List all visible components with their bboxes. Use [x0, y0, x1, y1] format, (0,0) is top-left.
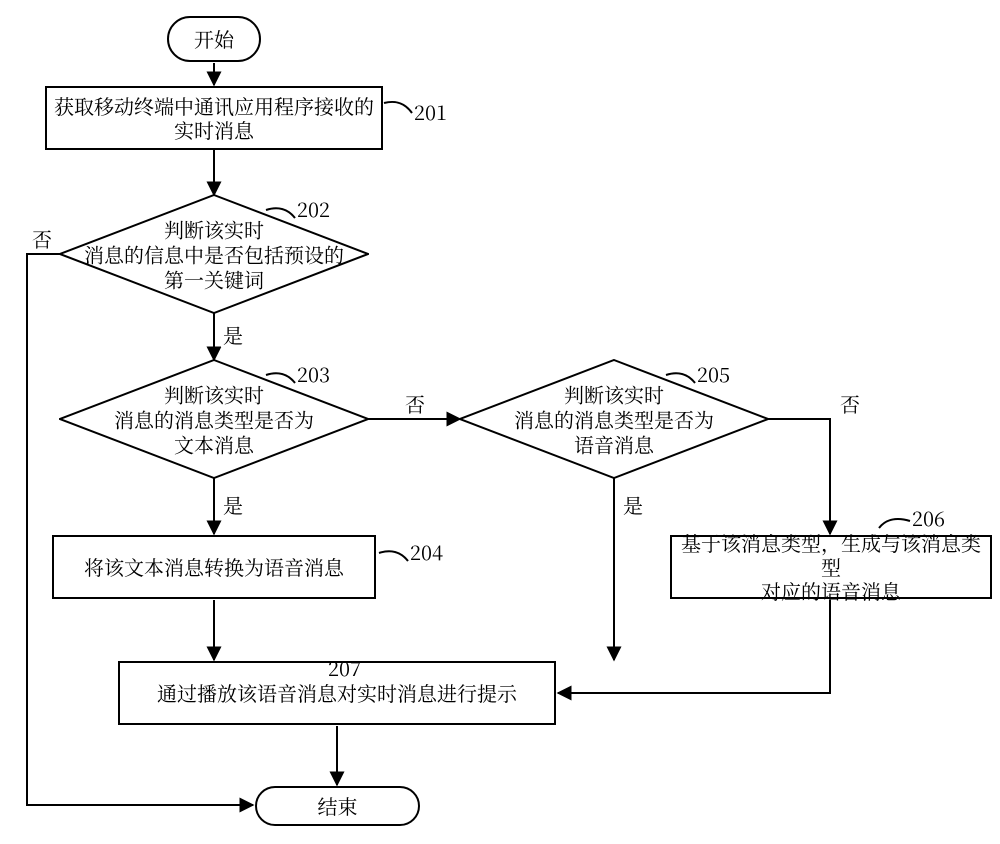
yes-203: 是: [221, 493, 245, 517]
num-205: 205: [697, 362, 730, 386]
num-203: 203: [297, 362, 330, 386]
no-203: 否: [403, 392, 427, 416]
step-206: 基于该消息类型，生成与该消息类型 对应的语音消息: [670, 535, 992, 599]
decision-205-text: 判断该实时 消息的消息类型是否为 语音消息: [484, 382, 744, 457]
no-205: 否: [838, 392, 862, 416]
step-206-text: 基于该消息类型，生成与该消息类型 对应的语音消息: [678, 531, 984, 603]
decision-202-text: 判断该实时 消息的信息中是否包括预设的 第一关键词: [84, 217, 344, 292]
step-201: 获取移动终端中通讯应用程序接收的 实时消息: [45, 86, 383, 150]
step-207-text: 通过播放该语音消息对实时消息进行提示: [157, 681, 517, 705]
start-node: 开始: [167, 16, 261, 62]
num-201: 201: [414, 100, 447, 124]
step-204: 将该文本消息转换为语音消息: [52, 535, 376, 599]
no-202: 否: [30, 227, 54, 251]
num-206: 206: [912, 506, 945, 530]
step-201-text: 获取移动终端中通讯应用程序接收的 实时消息: [54, 94, 374, 142]
yes-205: 是: [621, 493, 645, 517]
num-207: 207: [328, 656, 361, 680]
decision-205: 判断该实时 消息的消息类型是否为 语音消息: [614, 419, 615, 420]
step-204-text: 将该文本消息转换为语音消息: [84, 555, 344, 579]
decision-203: 判断该实时 消息的消息类型是否为 文本消息: [214, 419, 215, 420]
yes-202: 是: [221, 323, 245, 347]
num-204: 204: [410, 540, 443, 564]
start-label: 开始: [194, 27, 234, 51]
end-label: 结束: [318, 794, 358, 818]
end-node: 结束: [255, 786, 420, 826]
num-202: 202: [297, 197, 330, 221]
decision-203-text: 判断该实时 消息的消息类型是否为 文本消息: [84, 382, 344, 457]
decision-202: 判断该实时 消息的信息中是否包括预设的 第一关键词: [214, 254, 215, 255]
